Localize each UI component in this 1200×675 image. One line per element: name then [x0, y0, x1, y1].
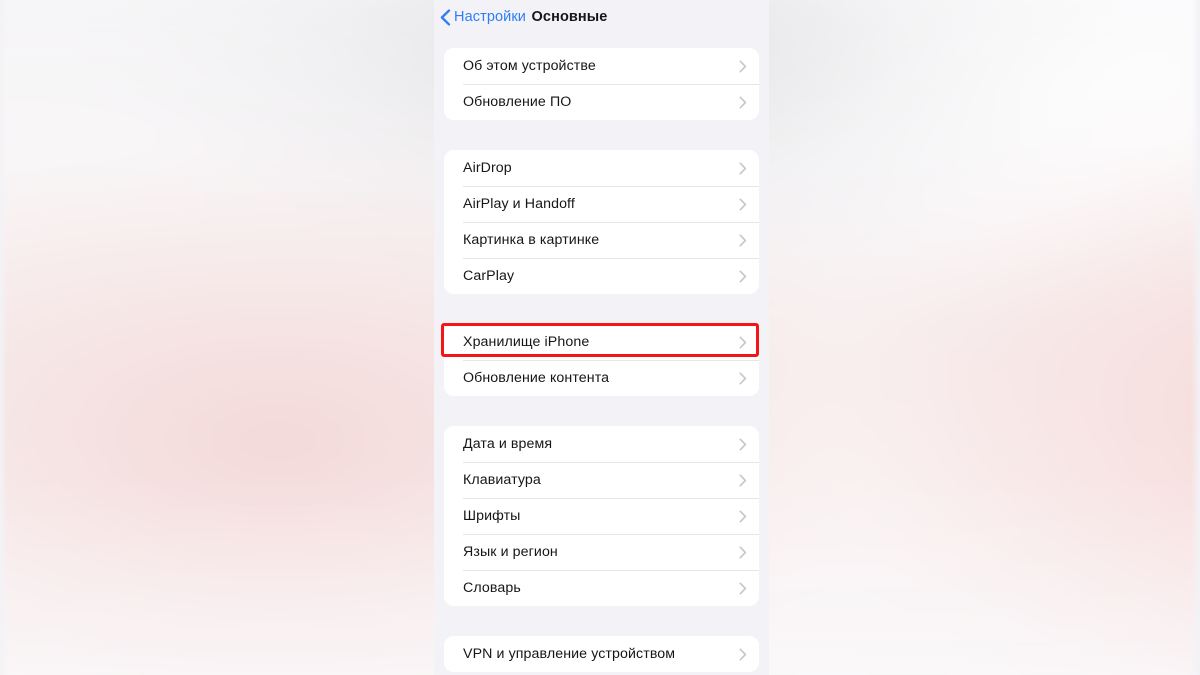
settings-row[interactable]: Обновление ПО	[444, 84, 759, 120]
back-to-settings-button[interactable]: Настройки	[440, 8, 526, 26]
iphone-settings-screen: Настройки Основные Об этом устройстве Обн…	[434, 0, 769, 675]
settings-row[interactable]: VPN и управление устройством	[444, 636, 759, 672]
settings-row-label: Язык и регион	[463, 543, 558, 560]
chevron-right-icon	[739, 437, 747, 451]
settings-row-label: Картинка в картинке	[463, 231, 600, 248]
settings-row-label: VPN и управление устройством	[463, 645, 676, 662]
settings-row-label: CarPlay	[463, 267, 515, 284]
settings-group-management: VPN и управление устройством	[444, 636, 759, 672]
settings-row[interactable]: Словарь	[444, 570, 759, 606]
chevron-right-icon	[739, 509, 747, 523]
settings-row[interactable]: CarPlay	[444, 258, 759, 294]
settings-row-label: Обновление ПО	[463, 93, 572, 110]
settings-row-label: Дата и время	[463, 435, 553, 452]
settings-row-label: Обновление контента	[463, 369, 610, 386]
settings-row-label: Хранилище iPhone	[463, 333, 590, 350]
page-title-text: Основные	[531, 9, 608, 25]
settings-row-label: AirDrop	[463, 159, 512, 176]
settings-row[interactable]: Картинка в картинке	[444, 222, 759, 258]
chevron-right-icon	[739, 647, 747, 661]
chevron-left-icon	[440, 8, 451, 26]
settings-row-label: Словарь	[463, 579, 521, 596]
chevron-right-icon	[739, 161, 747, 175]
settings-list: Об этом устройстве Обновление ПО AirDrop Ai…	[434, 34, 769, 672]
settings-row-label: AirPlay и Handoff	[463, 195, 575, 212]
chevron-right-icon	[739, 197, 747, 211]
chevron-right-icon	[739, 335, 747, 349]
chevron-right-icon	[739, 545, 747, 559]
settings-row[interactable]: Шрифты	[444, 498, 759, 534]
settings-row-label: Об этом устройстве	[463, 57, 596, 74]
chevron-right-icon	[739, 371, 747, 385]
chevron-right-icon	[739, 269, 747, 283]
settings-row-label: Клавиатура	[463, 471, 541, 488]
settings-group-localization: Дата и время Клавиатура Шрифты Язык и регио…	[444, 426, 759, 606]
left-edge-fade	[0, 0, 7, 675]
chevron-right-icon	[739, 59, 747, 73]
back-button-label: Настройки	[454, 9, 526, 25]
settings-row[interactable]: Об этом устройстве	[444, 48, 759, 84]
settings-row[interactable]: Обновление контента	[444, 360, 759, 396]
settings-row[interactable]: AirPlay и Handoff	[444, 186, 759, 222]
screenshot-root: Настройки Основные Об этом устройстве Обн…	[0, 0, 1200, 675]
settings-groups-host: Об этом устройстве Обновление ПО AirDrop Ai…	[444, 48, 759, 672]
settings-row[interactable]: Язык и регион	[444, 534, 759, 570]
settings-row[interactable]: Хранилище iPhone	[444, 324, 759, 360]
settings-row[interactable]: Клавиатура	[444, 462, 759, 498]
chevron-right-icon	[739, 233, 747, 247]
navigation-bar: Настройки Основные	[434, 0, 769, 34]
chevron-right-icon	[739, 473, 747, 487]
chevron-right-icon	[739, 581, 747, 595]
settings-group-connectivity: AirDrop AirPlay и Handoff Картинка в карти…	[444, 150, 759, 294]
settings-row[interactable]: Дата и время	[444, 426, 759, 462]
settings-group-device-info: Об этом устройстве Обновление ПО	[444, 48, 759, 120]
right-edge-fade	[1191, 0, 1200, 675]
settings-group-storage: Хранилище iPhone Обновление контента	[444, 324, 759, 396]
chevron-right-icon	[739, 95, 747, 109]
settings-row-label: Шрифты	[463, 507, 521, 524]
settings-row[interactable]: AirDrop	[444, 150, 759, 186]
